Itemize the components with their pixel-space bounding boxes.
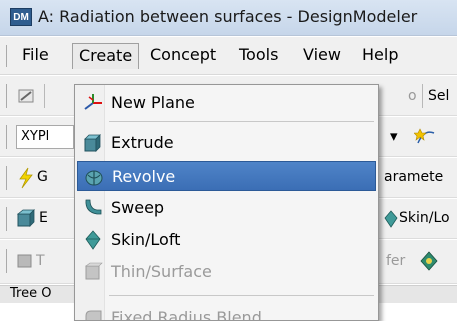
clear-icon[interactable]: [16, 85, 38, 107]
menu-item-fixed-radius-blend[interactable]: Fixed Radius Blend: [77, 303, 376, 321]
menu-separator: [109, 295, 374, 296]
menu-item-label: Skin/Loft: [111, 230, 181, 249]
toolbar-grip[interactable]: [6, 125, 9, 149]
menu-item-label: Revolve: [112, 167, 176, 186]
extrude-icon: [84, 134, 101, 152]
window-title: A: Radiation between surfaces - DesignMo…: [38, 7, 418, 26]
menu-item-label: Thin/Surface: [111, 262, 212, 281]
new-plane-icon: [84, 94, 102, 110]
menu-item-new-plane[interactable]: New Plane: [77, 88, 376, 118]
revolve-icon: [85, 170, 103, 186]
selection-button[interactable]: Sel: [428, 88, 449, 104]
thin-surface-icon: [85, 262, 103, 280]
toolbar-separator: [422, 84, 423, 108]
create-menu: New Plane Extrude Revolve Sweep Skin/Lof…: [74, 84, 379, 321]
thin-surface-icon: [17, 254, 32, 268]
toolbar-separator: [44, 84, 45, 108]
menu-item-label: Extrude: [111, 133, 174, 152]
menu-view[interactable]: View: [297, 43, 347, 69]
tree-outline-label: Tree O: [10, 286, 52, 301]
skin-loft-icon: [85, 230, 101, 250]
toolbar-grip[interactable]: [6, 84, 9, 108]
menu-item-extrude[interactable]: Extrude: [77, 128, 376, 158]
sweep-icon: [85, 199, 102, 215]
connect-icon[interactable]: [419, 251, 439, 271]
sketch-icon[interactable]: [414, 125, 438, 149]
chevron-down-icon[interactable]: ▾: [390, 127, 398, 145]
menu-item-label: Sweep: [111, 198, 165, 217]
menu-create[interactable]: Create: [72, 43, 140, 69]
menu-item-sweep[interactable]: Sweep: [77, 193, 376, 223]
toolbar-grip[interactable]: [6, 207, 9, 231]
toolbar-partial-item[interactable]: o: [408, 88, 417, 104]
extrude-icon[interactable]: [16, 208, 36, 230]
extrude-button[interactable]: E: [39, 210, 48, 226]
plane-select-value: XYPl: [21, 129, 50, 144]
thin-surface-button[interactable]: T: [36, 253, 45, 269]
menu-item-skin-loft[interactable]: Skin/Loft: [77, 225, 376, 255]
menu-item-label: Fixed Radius Blend: [111, 308, 262, 321]
menu-concept[interactable]: Concept: [144, 43, 222, 69]
skin-loft-icon[interactable]: [383, 210, 399, 228]
plane-select[interactable]: XYPl: [16, 125, 74, 149]
skin-loft-button[interactable]: Skin/Lo: [399, 210, 450, 226]
toolbar-grip[interactable]: [6, 166, 9, 190]
menu-item-label: New Plane: [111, 93, 195, 112]
menu-help[interactable]: Help: [356, 43, 404, 69]
fixed-radius-blend-icon: [85, 310, 102, 320]
menu-file[interactable]: File: [16, 43, 55, 69]
menu-separator: [109, 121, 374, 122]
generate-button[interactable]: G: [37, 169, 48, 185]
menu-tools[interactable]: Tools: [233, 43, 284, 69]
menu-bar: File Create Concept Tools View Help: [0, 37, 457, 75]
menubar-grip[interactable]: [6, 45, 9, 67]
title-bar: DM A: Radiation between surfaces - Desig…: [0, 0, 457, 36]
parameters-button[interactable]: aramete: [384, 169, 443, 185]
app-logo-icon: DM: [10, 8, 32, 26]
transfer-button[interactable]: fer: [386, 253, 405, 269]
menu-item-revolve[interactable]: Revolve: [77, 161, 376, 191]
toolbar-grip[interactable]: [6, 249, 9, 273]
generate-icon[interactable]: [16, 167, 36, 189]
menu-item-thin-surface[interactable]: Thin/Surface: [77, 257, 376, 287]
